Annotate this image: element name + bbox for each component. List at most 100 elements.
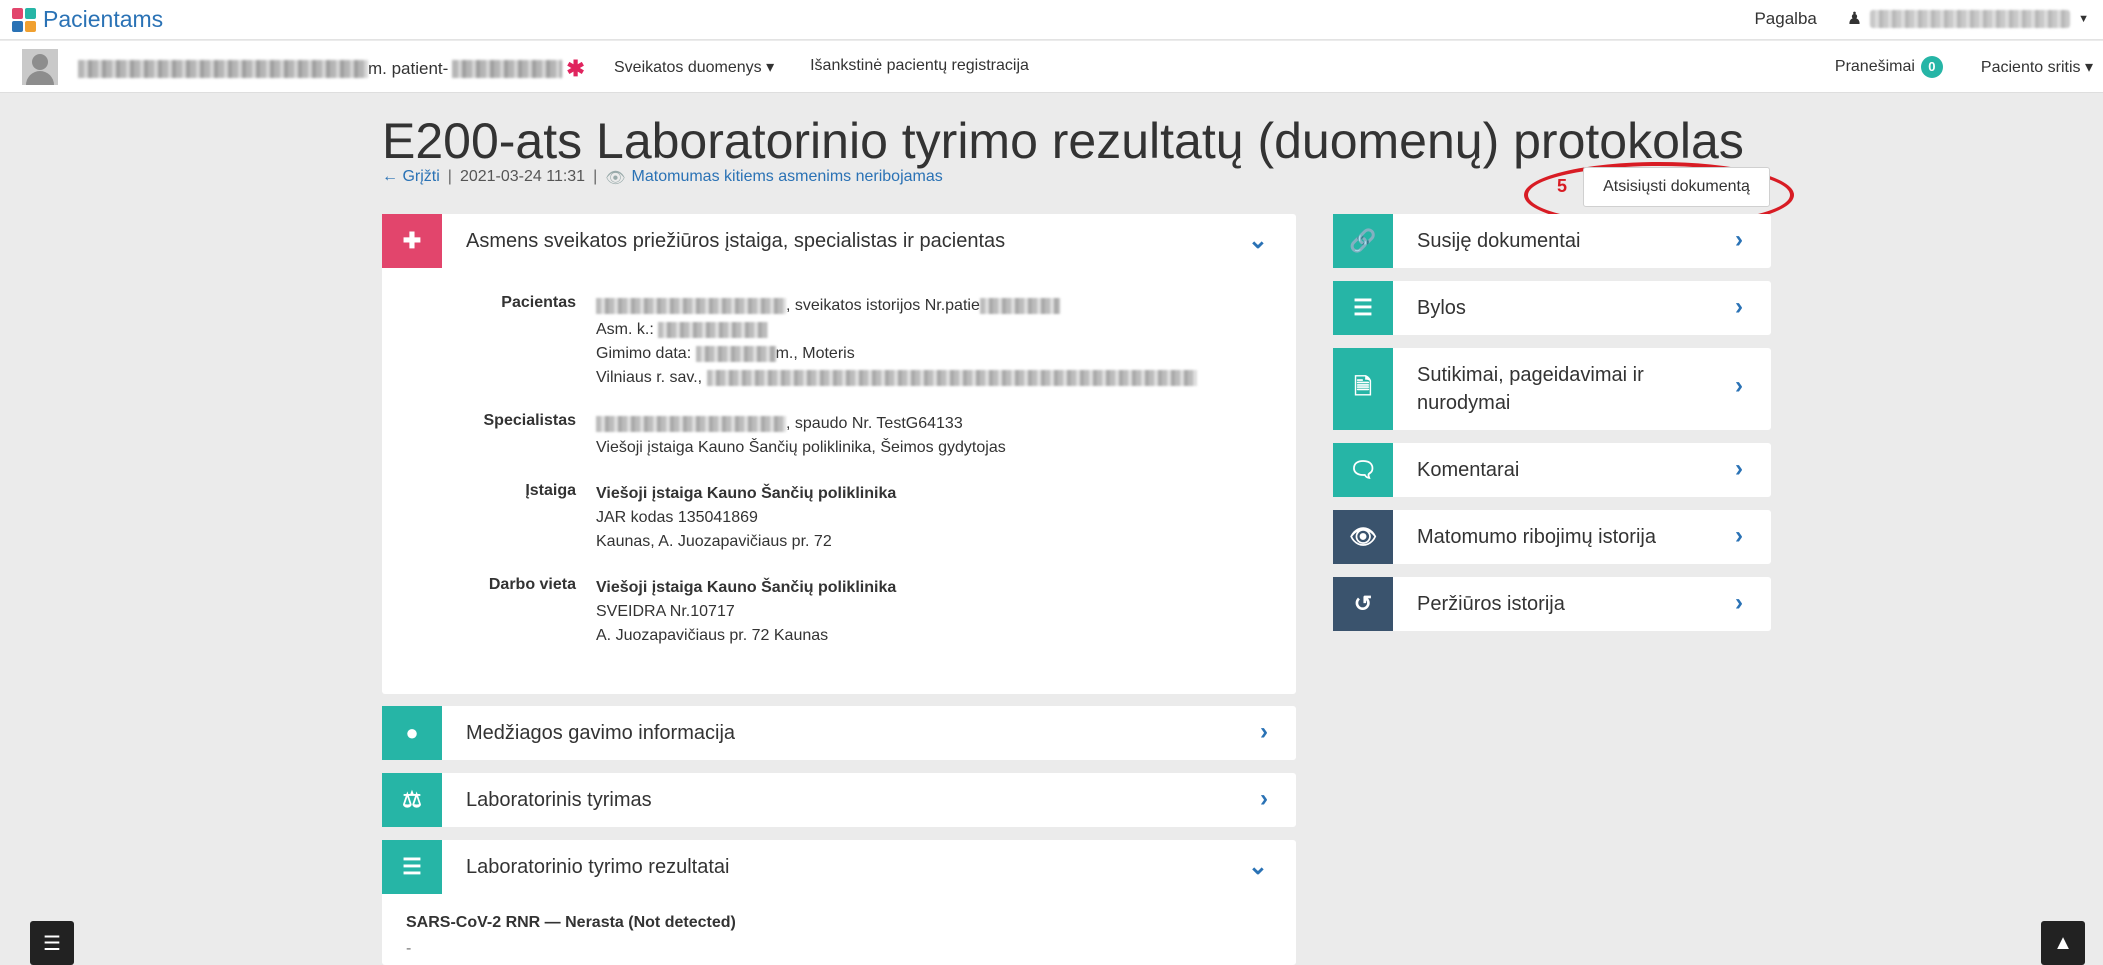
lab-test-title: Laboratorinis tyrimas	[466, 789, 652, 811]
chevron-right-icon[interactable]: ›	[1260, 718, 1268, 746]
institution-jar: JAR kodas 135041869	[596, 509, 758, 526]
back-link[interactable]: ← Grįžti	[382, 168, 440, 188]
patient-identity: m. patient- ✱	[78, 56, 585, 82]
brand-link[interactable]: Pacientams	[12, 6, 163, 33]
chevron-right-icon[interactable]: ›	[1735, 372, 1743, 400]
help-link[interactable]: Pagalba	[1754, 9, 1816, 29]
brand-logo-icon	[12, 7, 36, 32]
lab-test-panel[interactable]: ⚖ Laboratorinis tyrimas ›	[382, 773, 1296, 827]
asm-k-label: Asm. k.:	[596, 321, 654, 338]
nav-item-registration[interactable]: Išankstinė pacientų registracija	[810, 57, 1029, 77]
workplace-row: Darbo vieta Viešoji įstaiga Kauno Šančių…	[382, 576, 1296, 648]
lab-results-title: Laboratorinio tyrimo rezultatai	[466, 856, 730, 878]
document-meta: ← Grįžti | 2021-03-24 11:31 | 👁 Matomuma…	[382, 168, 943, 188]
separator: |	[593, 168, 598, 185]
files-panel[interactable]: ☰ Bylos ›	[1333, 281, 1771, 335]
institution-row: Įstaiga Viešoji įstaiga Kauno Šančių pol…	[382, 482, 1296, 554]
redacted-text	[658, 321, 769, 338]
notifications-badge[interactable]: 0	[1920, 56, 1943, 78]
redacted-text	[706, 369, 1197, 386]
files-title: Bylos	[1417, 297, 1466, 319]
birth-label: Gimimo data:	[596, 345, 692, 362]
eye-icon: 👁	[1333, 510, 1393, 564]
separator: |	[447, 168, 452, 185]
top-bar: Pacientams Pagalba ♟ ▼	[0, 0, 2103, 40]
workplace-value: Viešoji įstaiga Kauno Šančių poliklinika…	[596, 576, 896, 648]
chevron-right-icon[interactable]: ›	[1735, 226, 1743, 254]
redacted-text	[979, 297, 1060, 314]
view-history-panel[interactable]: ↺ Peržiūros istorija ›	[1333, 577, 1771, 631]
download-document-button[interactable]: Atsisiųsti dokumentą	[1583, 167, 1770, 207]
info-panel-header[interactable]: ✚ Asmens sveikatos priežiūros įstaiga, s…	[382, 214, 1296, 268]
info-panel: ✚ Asmens sveikatos priežiūros įstaiga, s…	[382, 214, 1296, 694]
patient-value: , sveikatos istorijos Nr.patie Asm. k.: …	[596, 294, 1197, 390]
patient-row: Pacientas , sveikatos istorijos Nr.patie…	[382, 294, 1296, 390]
flask-icon: ⚖	[382, 773, 442, 827]
patient-area-menu[interactable]: Paciento sritis ▾	[1981, 57, 2093, 77]
page-title: E200-ats Laboratorinio tyrimo rezultatų …	[382, 113, 1744, 169]
birth-suffix: m., Moteris	[775, 345, 855, 362]
view-history-title: Peržiūros istorija	[1417, 593, 1565, 615]
scroll-top-button[interactable]: ▲	[2041, 921, 2085, 965]
menu-toggle-button[interactable]: ☰	[30, 921, 74, 965]
chevron-right-icon[interactable]: ›	[1735, 589, 1743, 617]
related-docs-panel[interactable]: 🔗 Susiję dokumentai ›	[1333, 214, 1771, 268]
institution-label: Įstaiga	[525, 482, 576, 499]
specialist-label: Specialistas	[483, 412, 577, 429]
result-text: SARS-CoV-2 RNR — Nerasta (Not detected)	[406, 914, 736, 931]
specialist-value: , spaudo Nr. TestG64133 Viešoji įstaiga …	[596, 412, 1006, 460]
workplace-label: Darbo vieta	[488, 576, 576, 593]
comments-title: Komentarai	[1417, 459, 1520, 481]
sample-info-panel[interactable]: ● Medžiagos gavimo informacija ›	[382, 706, 1296, 760]
visibility-link[interactable]: Matomumas kitiems asmenims neribojamas	[632, 168, 943, 188]
patient-id-prefix: m. patient-	[368, 59, 449, 78]
result-dash: -	[406, 940, 412, 957]
chevron-right-icon[interactable]: ›	[1735, 455, 1743, 483]
sample-info-title: Medžiagos gavimo informacija	[466, 722, 736, 744]
institution-name: Viešoji įstaiga Kauno Šančių poliklinika	[596, 485, 897, 502]
user-icon: ♟	[1846, 9, 1863, 28]
patient-id-redacted	[452, 60, 563, 78]
institution-address: Kaunas, A. Juozapavičiaus pr. 72	[596, 533, 832, 550]
avatar	[22, 49, 58, 85]
redacted-text	[596, 297, 786, 314]
consents-panel[interactable]: 🗎 Sutikimai, pageidavimai ir nurodymai ›	[1333, 348, 1771, 430]
chevron-down-icon[interactable]: ⌄	[1248, 852, 1268, 881]
patient-nav-bar: m. patient- ✱ Sveikatos duomenys ▾ Išank…	[0, 41, 2103, 93]
institution-value: Viešoji įstaiga Kauno Šančių poliklinika…	[596, 482, 896, 554]
workplace-address: A. Juozapavičiaus pr. 72 Kaunas	[596, 627, 829, 644]
chevron-right-icon[interactable]: ›	[1735, 522, 1743, 550]
nav-item-health-data[interactable]: Sveikatos duomenys ▾	[614, 57, 774, 77]
step-number: 5	[1557, 176, 1568, 196]
chevron-right-icon[interactable]: ›	[1735, 293, 1743, 321]
consents-title: Sutikimai, pageidavimai ir nurodymai	[1417, 364, 1644, 414]
chevron-down-icon[interactable]: ⌄	[1248, 226, 1268, 255]
history-prefix: , sveikatos istorijos Nr.patie	[786, 297, 980, 314]
results-icon: ☰	[382, 840, 442, 894]
specialist-stamp: , spaudo Nr. TestG64133	[786, 415, 963, 432]
address-prefix: Vilniaus r. sav.,	[596, 369, 703, 386]
lab-results-panel: ☰ Laboratorinio tyrimo rezultatai ⌄ SARS…	[382, 840, 1296, 965]
eye-icon: 👁	[605, 170, 626, 187]
redacted-text	[695, 345, 776, 362]
plus-icon: ✚	[382, 214, 442, 268]
visibility-history-panel[interactable]: 👁 Matomumo ribojimų istorija ›	[1333, 510, 1771, 564]
user-name-redacted[interactable]	[1870, 10, 2071, 28]
comment-icon: 🗨	[1333, 443, 1393, 497]
related-docs-title: Susiję dokumentai	[1417, 230, 1581, 252]
document-icon: 🗎	[1333, 348, 1393, 430]
chevron-right-icon[interactable]: ›	[1260, 785, 1268, 813]
comments-panel[interactable]: 🗨 Komentarai ›	[1333, 443, 1771, 497]
patient-name-redacted	[78, 60, 368, 78]
link-icon: 🔗	[1333, 214, 1393, 268]
workplace-sveidra: SVEIDRA Nr.10717	[596, 603, 735, 620]
list-icon: ☰	[1333, 281, 1393, 335]
main-nav: Sveikatos duomenys ▾ Išankstinė pacientų…	[614, 57, 1065, 77]
redacted-text	[596, 415, 786, 432]
visibility-history-title: Matomumo ribojimų istorija	[1417, 526, 1656, 548]
lab-results-header[interactable]: ☰ Laboratorinio tyrimo rezultatai ⌄	[382, 840, 1296, 894]
info-panel-body: Pacientas , sveikatos istorijos Nr.patie…	[382, 268, 1296, 678]
notifications-link[interactable]: Pranešimai	[1835, 58, 1915, 76]
history-icon: ↺	[1333, 577, 1393, 631]
chevron-down-icon[interactable]: ▼	[2078, 13, 2089, 25]
